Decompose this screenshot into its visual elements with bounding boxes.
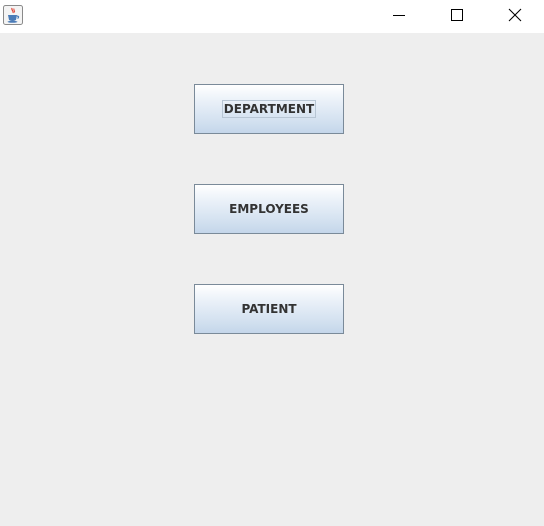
employees-button-label: EMPLOYEES — [229, 202, 309, 216]
minimize-icon — [393, 15, 405, 16]
department-button[interactable]: DEPARTMENT — [194, 84, 344, 134]
patient-button[interactable]: PATIENT — [194, 284, 344, 334]
content-panel: DEPARTMENT EMPLOYEES PATIENT — [0, 33, 544, 526]
employees-button[interactable]: EMPLOYEES — [194, 184, 344, 234]
close-icon — [508, 8, 522, 22]
minimize-button[interactable] — [370, 0, 428, 30]
maximize-icon — [451, 9, 463, 21]
department-button-label: DEPARTMENT — [221, 100, 317, 118]
close-button[interactable] — [486, 0, 544, 30]
java-cup-icon[interactable] — [3, 5, 23, 25]
patient-button-label: PATIENT — [241, 302, 297, 316]
title-bar[interactable] — [0, 0, 544, 33]
application-window: DEPARTMENT EMPLOYEES PATIENT — [0, 0, 544, 526]
maximize-button[interactable] — [428, 0, 486, 30]
